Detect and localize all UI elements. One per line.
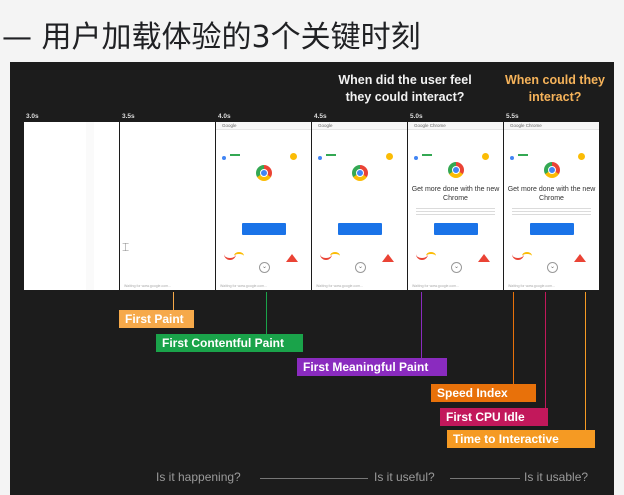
first-paint-tick — [173, 292, 174, 312]
frame-time: 5.0s — [410, 113, 423, 120]
frame-header-text: Google — [222, 123, 237, 128]
download-button — [530, 223, 574, 235]
chevron-down-icon: ⌄ — [259, 262, 270, 273]
frame-footer: Waiting for www.google.com... — [508, 284, 555, 288]
frame-body-text — [512, 206, 591, 216]
fmp-label: First Meaningful Paint — [297, 358, 447, 376]
cursor-icon: ⌶ — [122, 240, 130, 254]
filmstrip-panel: When did the user feel they could intera… — [10, 62, 614, 495]
cpu-idle-tick — [545, 292, 546, 408]
frame-time: 5.5s — [506, 113, 519, 120]
frame-header-bar: Google — [312, 122, 407, 130]
frame-footer: Waiting for www.google.com... — [124, 284, 171, 288]
chevron-down-icon: ⌄ — [547, 262, 558, 273]
frame-footer: Waiting for www.google.com... — [316, 284, 363, 288]
chrome-logo-icon — [256, 165, 272, 181]
question-could-interact: When could they interact? — [505, 73, 605, 104]
slide-heading: — 用户加载体验的3个关键时刻 — [2, 20, 421, 55]
tti-label: Time to Interactive — [447, 430, 595, 448]
frame-footer: Waiting for www.google.com... — [412, 284, 459, 288]
filmstrip-frame: Google ⌄ Waiting for www.google.com... — [216, 122, 311, 290]
filmstrip-frame: Google ⌄ Waiting for www.google.com... — [312, 122, 407, 290]
frame-headline: Get more done with the new Chrome — [507, 186, 596, 202]
filmstrip-frame: Google Chrome Get more done with the new… — [504, 122, 599, 290]
chrome-logo-icon — [352, 165, 368, 181]
download-button — [434, 223, 478, 235]
frame-header-bar: Google Chrome — [408, 122, 503, 130]
bottom-is-happening: Is it happening? — [156, 470, 241, 484]
frame-time: 3.0s — [26, 113, 39, 120]
bottom-is-usable: Is it usable? — [524, 470, 589, 484]
frame-header-text: Google Chrome — [510, 123, 542, 128]
frame-footer: Waiting for www.google.com... — [220, 284, 267, 288]
download-button — [338, 223, 382, 235]
frame-header-text: Google Chrome — [414, 123, 446, 128]
filmstrip-frame: Google Chrome Get more done with the new… — [408, 122, 503, 290]
fmp-tick — [421, 292, 422, 360]
frame-headline: Get more done with the new Chrome — [411, 186, 500, 202]
frame-time: 4.5s — [314, 113, 327, 120]
frame-header-bar: Google — [216, 122, 311, 130]
download-button — [242, 223, 286, 235]
chevron-down-icon: ⌄ — [451, 262, 462, 273]
chrome-logo-icon — [544, 162, 560, 178]
cpu-idle-label: First CPU Idle — [440, 408, 548, 426]
divider-line — [260, 478, 368, 479]
filmstrip-frame — [24, 122, 119, 290]
fcp-label: First Contentful Paint — [156, 334, 303, 352]
fcp-tick — [266, 292, 267, 336]
divider-line — [450, 478, 520, 479]
frame-body-text — [416, 206, 495, 216]
filmstrip-frame: Waiting for www.google.com... — [120, 122, 215, 290]
first-paint-label: First Paint — [119, 310, 194, 328]
bottom-is-useful: Is it useful? — [374, 470, 435, 484]
frame-header-bar: Google Chrome — [504, 122, 599, 130]
tti-tick — [585, 292, 586, 430]
frame-edge — [86, 122, 94, 290]
frame-header-text: Google — [318, 123, 333, 128]
question-feel-interact: When did the user feel they could intera… — [338, 73, 472, 104]
speed-index-tick — [513, 292, 514, 384]
chrome-logo-icon — [448, 162, 464, 178]
chevron-down-icon: ⌄ — [355, 262, 366, 273]
speed-index-label: Speed Index — [431, 384, 536, 402]
frame-time: 3.5s — [122, 113, 135, 120]
frame-time: 4.0s — [218, 113, 231, 120]
